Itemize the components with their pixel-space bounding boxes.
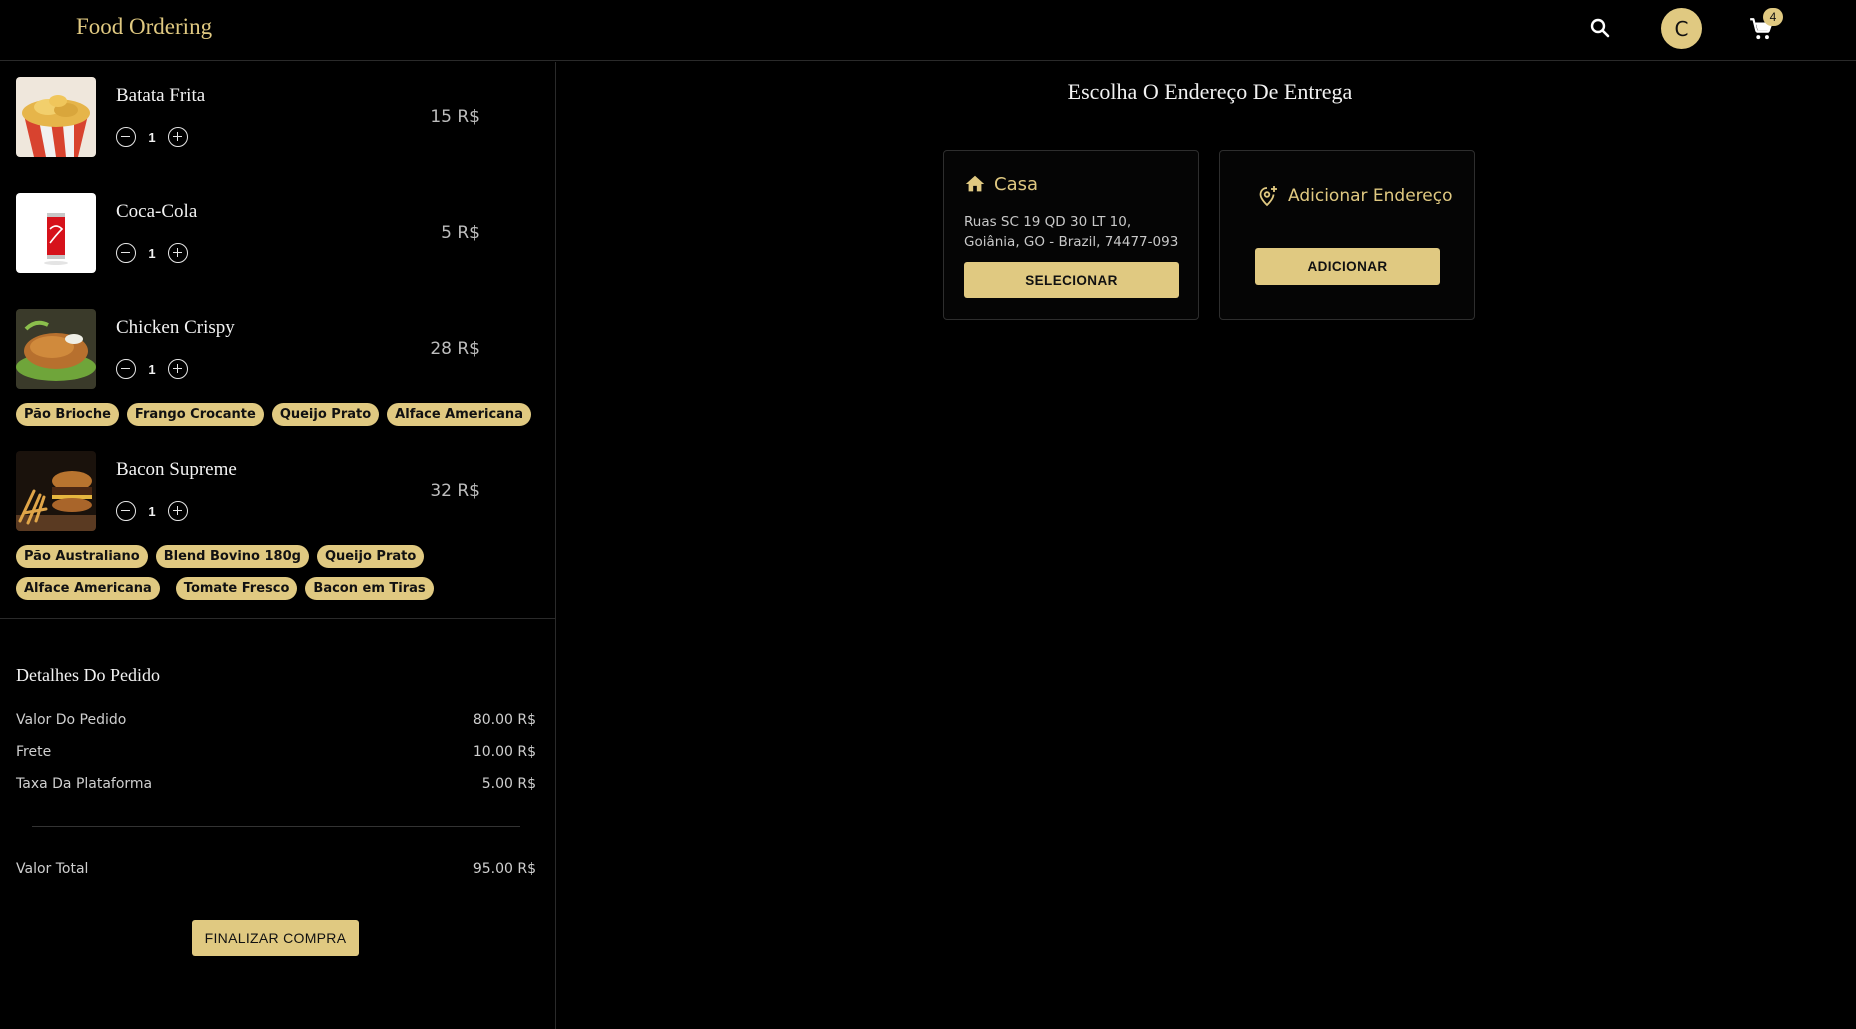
option-tag[interactable]: Blend Bovino 180g (155, 545, 309, 568)
address-name: Casa (994, 173, 1039, 195)
cart-item: Coca-Cola 1 5 R$ (16, 193, 536, 273)
option-tag[interactable]: Pão Brioche (16, 403, 119, 426)
chicken-crispy-image (16, 309, 96, 389)
summary-value: 10.00 R$ (472, 744, 536, 760)
item-price: 5 R$ (441, 223, 480, 243)
total-value: 95.00 R$ (472, 861, 536, 877)
option-tag[interactable]: Bacon em Tiras (305, 577, 434, 600)
summary-divider (32, 826, 520, 827)
summary-value: 80.00 R$ (472, 712, 536, 728)
decrease-quantity-button[interactable] (116, 501, 136, 521)
summary-label: Taxa Da Plataforma (16, 776, 153, 792)
address-line-1: Ruas SC 19 QD 30 LT 10, (964, 214, 1132, 230)
option-tag[interactable]: Pão Australiano (16, 545, 148, 568)
item-price: 32 R$ (430, 481, 480, 501)
quantity-stepper: 1 (116, 501, 188, 521)
cart-count-badge: 4 (1763, 8, 1783, 26)
order-details-title: Detalhes Do Pedido (16, 665, 160, 685)
address-section-title: Escolha O Endereço De Entrega (1067, 79, 1353, 104)
add-address-button[interactable]: ADICIONAR (1255, 248, 1440, 285)
decrease-quantity-button[interactable] (116, 243, 136, 263)
increase-quantity-button[interactable] (168, 501, 188, 521)
item-name: Coca-Cola (116, 201, 198, 222)
brand-title[interactable]: Food Ordering (76, 14, 212, 40)
increase-quantity-button[interactable] (168, 243, 188, 263)
home-icon (965, 175, 985, 192)
summary-row: Valor Do Pedido 80.00 R$ (16, 712, 536, 728)
item-price: 28 R$ (430, 339, 480, 359)
decrease-quantity-button[interactable] (116, 127, 136, 147)
summary-label: Valor Do Pedido (16, 712, 127, 728)
user-avatar[interactable]: C (1661, 8, 1702, 49)
quantity-stepper: 1 (116, 359, 188, 379)
cart-item: Chicken Crispy 1 28 R$ Pão Brioche Frang… (16, 309, 536, 426)
item-name: Bacon Supreme (116, 459, 237, 480)
increase-quantity-button[interactable] (168, 359, 188, 379)
quantity-value: 1 (148, 245, 156, 261)
item-name: Chicken Crispy (116, 317, 235, 338)
item-price: 15 R$ (430, 107, 480, 127)
add-address-header: Adicionar Endereço (1256, 184, 1453, 208)
summary-row: Taxa Da Plataforma 5.00 R$ (16, 776, 536, 792)
top-header: Food Ordering C 4 (0, 0, 1856, 61)
batata-frita-image (16, 77, 96, 157)
option-tag[interactable]: Alface Americana (16, 577, 160, 600)
select-address-button[interactable]: SELECIONAR (964, 262, 1179, 298)
item-name: Batata Frita (116, 85, 206, 106)
option-tag[interactable]: Alface Americana (387, 403, 531, 426)
total-row: Valor Total 95.00 R$ (16, 861, 536, 877)
summary-label: Frete (16, 744, 52, 760)
address-text: Ruas SC 19 QD 30 LT 10, Goiânia, GO - Br… (964, 212, 1184, 252)
summary-row: Frete 10.00 R$ (16, 744, 536, 760)
quantity-stepper: 1 (116, 127, 188, 147)
total-label: Valor Total (16, 861, 89, 877)
quantity-value: 1 (148, 503, 156, 519)
cart-item: Batata Frita 1 15 R$ (16, 77, 536, 157)
coca-cola-image (16, 193, 96, 273)
decrease-quantity-button[interactable] (116, 359, 136, 379)
cart-item: Bacon Supreme 1 32 R$ Pão Australiano Bl… (16, 451, 536, 600)
increase-quantity-button[interactable] (168, 127, 188, 147)
finalize-purchase-button[interactable]: FINALIZAR COMPRA (192, 920, 359, 956)
option-tag[interactable]: Queijo Prato (316, 545, 425, 568)
quantity-value: 1 (148, 361, 156, 377)
cart-panel: Batata Frita 1 15 R$ Coca-Cola 1 5 R$ Ch… (0, 62, 556, 1029)
section-divider (0, 618, 555, 619)
address-card-header: Casa (964, 173, 1038, 195)
quantity-stepper: 1 (116, 243, 188, 263)
search-icon[interactable] (1588, 16, 1612, 40)
add-location-icon (1259, 186, 1277, 207)
option-tag[interactable]: Queijo Prato (271, 403, 380, 426)
bacon-supreme-image (16, 451, 96, 531)
option-tag[interactable]: Frango Crocante (126, 403, 264, 426)
quantity-value: 1 (148, 129, 156, 145)
add-address-card[interactable]: Adicionar Endereço ADICIONAR (1219, 150, 1475, 320)
summary-value: 5.00 R$ (481, 776, 536, 792)
saved-address-card[interactable]: Casa Ruas SC 19 QD 30 LT 10, Goiânia, GO… (943, 150, 1199, 320)
option-tag[interactable]: Tomate Fresco (175, 577, 298, 600)
item-options: Pão Brioche Frango Crocante Queijo Prato… (16, 403, 546, 426)
address-line-2: Goiânia, GO - Brazil, 74477-093 (964, 234, 1179, 250)
item-options: Pão Australiano Blend Bovino 180g Queijo… (16, 545, 546, 600)
add-address-label: Adicionar Endereço (1288, 186, 1453, 206)
